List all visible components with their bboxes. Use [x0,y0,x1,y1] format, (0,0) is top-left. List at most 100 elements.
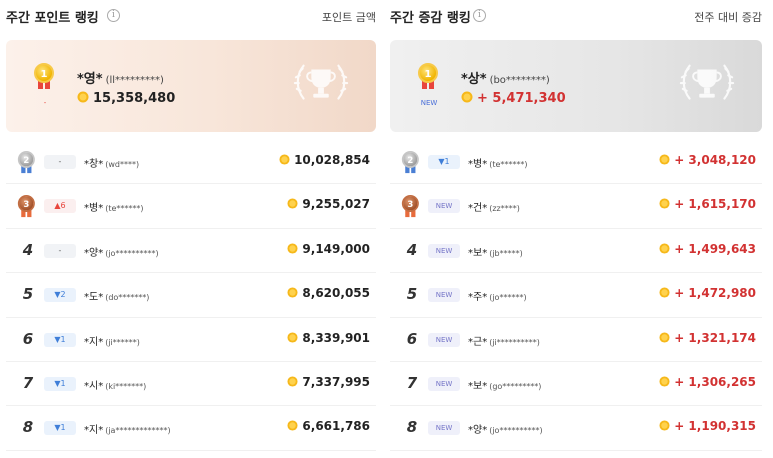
ranking-list: 2 - *창* (wd****) 10,028,854 3 ▲6 *병* (te**… [6,140,376,451]
rank-number: 8 [406,418,418,437]
top-user-amount: 15,358,480 [77,91,175,106]
ranking-row[interactable]: 6 NEW *근* (ji**********) + 1,321,174 [390,318,762,362]
coin-icon [77,91,89,103]
bronze-medal-icon: 3 [401,195,420,219]
rank-number: 6 [22,329,34,348]
rank-number: 7 [406,373,418,392]
coin-icon [659,243,670,254]
coin-icon [287,287,298,298]
user-amount: 6,661,786 [287,419,370,433]
user-amount: 8,339,901 [287,331,370,345]
rank-change-badge: ▼1 [428,155,460,169]
coin-icon [287,198,298,209]
user-name: *근* (ji**********) [468,336,540,348]
top-rank-card[interactable]: 1 NEW *상* (bo********) + 5,471,340 [390,40,762,132]
user-name: *병* (te******) [84,203,144,215]
top-user-amount: + 5,471,340 [461,91,566,106]
ranking-row[interactable]: 5 NEW *주* (jo******) + 1,472,980 [390,273,762,318]
coin-icon [659,376,670,387]
rank-change-badge: ▼2 [44,288,76,303]
rank-change-badge: NEW [428,376,460,391]
weekly-change-ranking-panel: 주간 증감 랭킹 i 전주 대비 증감 1 NEW *상* (bo********… [390,0,762,458]
rank-change-badge: ▼1 [44,376,76,391]
top-user-name: *상* (bo********) [461,72,550,87]
info-icon[interactable]: i [473,9,486,22]
ranking-row[interactable]: 4 - *양* (jo**********) 9,149,000 [6,229,376,274]
ranking-row[interactable]: 8 NEW *양* (jo**********) + 1,190,315 [390,406,762,451]
ranking-row[interactable]: 6 ▼1 *지* (ji******) 8,339,901 [6,318,376,362]
ranking-row[interactable]: 7 ▼1 *시* (ki*******) 7,337,995 [6,362,376,407]
user-name: *양* (jo**********) [468,425,543,437]
ranking-row[interactable]: 7 NEW *보* (go*********) + 1,306,265 [390,362,762,407]
panel-subtitle: 포인트 금액 [321,11,376,24]
rank-number: 7 [22,373,34,392]
rank-number: 5 [22,285,34,304]
silver-medal-icon: 2 [401,151,420,175]
coin-icon [659,420,670,431]
rank-number: 8 [22,418,34,437]
rank-change-badge: ▲6 [44,199,76,214]
ranking-row[interactable]: 3 ▲6 *병* (te******) 9,255,027 [6,184,376,229]
user-amount: 7,337,995 [287,375,370,389]
coin-icon [287,332,298,343]
rank-number: 6 [406,329,418,348]
user-name: *시* (ki*******) [84,380,147,392]
user-name: *양* (jo**********) [84,247,159,259]
gold-medal-icon: 1 [33,63,55,91]
rank-change-badge: - [44,243,76,258]
user-name: *도* (do*******) [84,292,150,304]
coin-icon [287,420,298,431]
weekly-points-ranking-panel: 주간 포인트 랭킹 i 포인트 금액 1 - *영* (ll*********) … [6,0,376,458]
user-amount: 8,620,055 [287,286,370,300]
user-amount: 10,028,854 [279,153,370,167]
rank-change-badge: ▼1 [44,332,76,347]
user-amount: + 1,321,174 [659,331,756,345]
coin-icon [659,154,670,165]
bronze-medal-icon: 3 [17,195,36,219]
rank-change-badge: NEW [428,199,460,214]
user-name: *보* (jb*****) [468,247,523,259]
ranking-row[interactable]: 5 ▼2 *도* (do*******) 8,620,055 [6,273,376,318]
ranking-row[interactable]: 4 NEW *보* (jb*****) + 1,499,643 [390,229,762,274]
rank-change-badge: NEW [428,332,460,347]
panel-subtitle: 전주 대비 증감 [694,11,762,24]
ranking-row[interactable]: 3 NEW *건* (zz****) + 1,615,170 [390,184,762,229]
rank-change-badge: NEW [428,288,460,303]
top-user-name: *영* (ll*********) [77,72,164,87]
trophy-icon [293,64,349,100]
rank-change-label: - [43,99,47,107]
user-name: *병* (te******) [468,159,528,170]
coin-icon [659,332,670,343]
ranking-row[interactable]: 2 ▼1 *병* (te******) + 3,048,120 [390,140,762,185]
coin-icon [461,91,473,103]
user-amount: + 1,190,315 [659,419,756,433]
ranking-row[interactable]: 2 - *창* (wd****) 10,028,854 [6,140,376,185]
panel-header: 주간 포인트 랭킹 i 포인트 금액 [6,0,376,32]
gold-medal-icon: 1 [417,63,439,91]
rank-number: 5 [406,285,418,304]
panel-title: 주간 증감 랭킹 [390,11,471,26]
panel-header: 주간 증감 랭킹 i 전주 대비 증감 [390,0,762,32]
rank-change-badge: - [44,155,76,169]
ranking-row[interactable]: 8 ▼1 *지* (ja*************) 6,661,786 [6,406,376,451]
coin-icon [287,376,298,387]
coin-icon [287,243,298,254]
user-name: *지* (ja*************) [84,425,171,437]
user-amount: 9,255,027 [287,197,370,211]
trophy-icon [679,64,735,100]
user-name: *지* (ji******) [84,336,140,348]
coin-icon [279,154,290,165]
coin-icon [659,287,670,298]
rank-change-label: NEW [420,99,438,107]
user-amount: + 1,306,265 [659,375,756,389]
user-name: *건* (zz****) [468,203,520,215]
user-amount: 9,149,000 [287,242,370,256]
user-amount: + 1,615,170 [659,197,756,211]
top-rank-card[interactable]: 1 - *영* (ll*********) 15,358,480 [6,40,376,132]
coin-icon [659,198,670,209]
rank-change-badge: NEW [428,421,460,436]
user-amount: + 3,048,120 [659,153,756,167]
user-amount: + 1,499,643 [659,242,756,256]
info-icon[interactable]: i [107,9,120,22]
panel-title: 주간 포인트 랭킹 [6,11,99,26]
